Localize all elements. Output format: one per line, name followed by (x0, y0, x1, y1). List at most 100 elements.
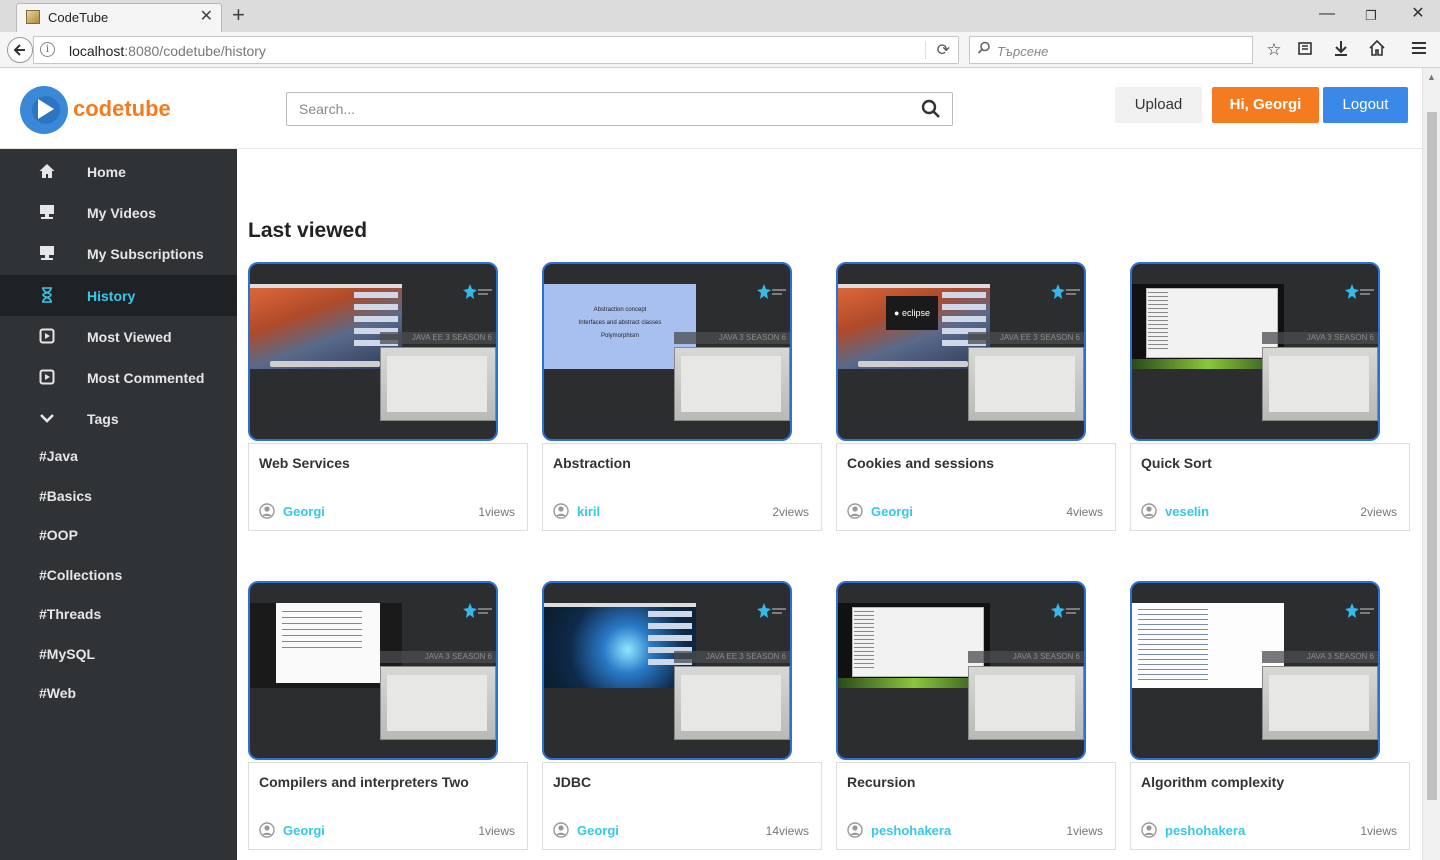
thumbnail-strip: JAVA 3 SEASON 6 (674, 332, 790, 344)
sidebar-tag-mysql[interactable]: #MySQL (39, 646, 95, 662)
sidebar-tag-oop[interactable]: #OOP (39, 527, 78, 543)
video-thumbnail[interactable]: JAVA 3 SEASON 6 (1130, 262, 1380, 441)
video-card[interactable]: JAVA 3 SEASON 6 Quick Sort veselin 2views (1130, 262, 1410, 532)
sidebar-item-label: Tags (87, 411, 119, 428)
video-title[interactable]: Compilers and interpreters Two (259, 774, 469, 790)
home-browser-icon[interactable] (1366, 39, 1388, 61)
video-author[interactable]: veselin (1165, 504, 1209, 519)
sidebar-item-my-subscriptions[interactable]: My Subscriptions (0, 233, 237, 274)
sidebar-item-label: Home (87, 164, 126, 180)
video-title[interactable]: Cookies and sessions (847, 455, 994, 471)
academy-logo-icon (1050, 284, 1082, 300)
video-title[interactable]: Web Services (259, 455, 350, 471)
video-author[interactable]: peshohakera (1165, 823, 1245, 838)
restore-window-button[interactable]: ❐ (1356, 6, 1386, 26)
video-title[interactable]: JDBC (553, 774, 591, 790)
reload-icon[interactable]: ⟳ (937, 40, 950, 60)
video-author[interactable]: kiril (577, 504, 600, 519)
video-card[interactable]: JAVA 3 SEASON 6 Algorithm complexity pesho… (1130, 581, 1410, 851)
scroll-up-icon[interactable]: ▲ (1427, 72, 1436, 82)
video-card[interactable]: JAVA 3 SEASON 6 Recursion peshohakera 1view… (836, 581, 1116, 851)
favicon-icon (26, 10, 40, 24)
video-title[interactable]: Recursion (847, 774, 915, 790)
video-title[interactable]: Abstraction (553, 455, 631, 471)
video-views: 14views (765, 824, 809, 838)
url-text: localhost:8080/codetube/history (69, 43, 266, 59)
thumbnail-whiteboard-image (380, 347, 496, 421)
reading-list-icon[interactable] (1294, 40, 1316, 61)
video-thumbnail[interactable]: JAVA EE 3 SEASON 6 (248, 262, 498, 441)
video-card[interactable]: Abstraction concept Interfaces and abstra… (542, 262, 822, 532)
minimize-window-button[interactable]: — (1312, 4, 1342, 24)
video-author[interactable]: Georgi (283, 504, 325, 519)
video-views: 1views (478, 505, 515, 519)
search-input[interactable]: Search... (286, 92, 953, 126)
logo-text[interactable]: codetube (73, 96, 171, 122)
thumbnail-strip: JAVA 3 SEASON 6 (380, 651, 496, 663)
thumbnail-whiteboard-image (1262, 347, 1378, 421)
video-author[interactable]: Georgi (577, 823, 619, 838)
browser-search-field[interactable]: Търсене (969, 36, 1253, 64)
video-card[interactable]: ● eclipse JAVA EE 3 SEASON 6 Cookies and s… (836, 262, 1116, 532)
sidebar-item-most-commented[interactable]: Most Commented (0, 357, 237, 398)
video-thumbnail[interactable]: JAVA 3 SEASON 6 (836, 581, 1086, 760)
video-card[interactable]: JAVA EE 3 SEASON 6 JDBC Georgi 14views (542, 581, 822, 851)
site-info-icon[interactable]: i (40, 42, 55, 57)
sidebar-tag-basics[interactable]: #Basics (39, 488, 92, 504)
close-tab-icon[interactable]: ✕ (200, 7, 213, 27)
user-icon (847, 822, 863, 838)
video-thumbnail[interactable]: ● eclipse JAVA EE 3 SEASON 6 (836, 262, 1086, 441)
video-views: 1views (1360, 824, 1397, 838)
video-thumbnail[interactable]: JAVA EE 3 SEASON 6 (542, 581, 792, 760)
user-greeting-button[interactable]: Hi, Georgi (1212, 87, 1319, 123)
new-tab-button[interactable]: + (232, 4, 245, 26)
search-icon[interactable] (921, 99, 941, 119)
video-info: Algorithm complexity peshohakera 1views (1130, 762, 1410, 850)
upload-button[interactable]: Upload (1115, 87, 1202, 123)
play-square-icon (39, 369, 55, 385)
video-title[interactable]: Algorithm complexity (1141, 774, 1284, 790)
page-scrollbar[interactable]: ▲ (1422, 68, 1440, 860)
thumbnail-whiteboard-image (674, 666, 790, 740)
video-card[interactable]: JAVA 3 SEASON 6 Compilers and interpreter… (248, 581, 528, 851)
sidebar-item-tags[interactable]: Tags (0, 398, 237, 439)
video-author[interactable]: Georgi (283, 823, 325, 838)
sidebar-tag-java[interactable]: #Java (39, 448, 78, 464)
academy-logo-icon (462, 284, 494, 300)
page-title: Last viewed (248, 219, 368, 242)
academy-logo-icon (462, 603, 494, 619)
thumbnail-whiteboard-image (968, 666, 1084, 740)
address-bar[interactable]: i localhost:8080/codetube/history ⟳ (33, 36, 959, 64)
thumbnail-strip: JAVA EE 3 SEASON 6 (674, 651, 790, 663)
sidebar-item-history[interactable]: History (0, 274, 237, 316)
thumbnail-strip: JAVA EE 3 SEASON 6 (968, 332, 1084, 344)
video-thumbnail[interactable]: JAVA 3 SEASON 6 (1130, 581, 1380, 760)
thumbnail-strip: JAVA 3 SEASON 6 (1262, 651, 1378, 663)
site-header: codetube Search... Upload Hi, Georgi Log… (0, 68, 1422, 149)
thumbnail-strip-text: JAVA EE 3 SEASON 6 (705, 652, 786, 661)
thumbnail-strip-text: JAVA EE 3 SEASON 6 (999, 333, 1080, 342)
video-views: 2views (1360, 505, 1397, 519)
menu-hamburger-icon[interactable] (1408, 40, 1430, 61)
video-thumbnail[interactable]: JAVA 3 SEASON 6 (248, 581, 498, 760)
logout-button[interactable]: Logout (1323, 87, 1408, 123)
video-title[interactable]: Quick Sort (1141, 455, 1212, 471)
video-card[interactable]: JAVA EE 3 SEASON 6 Web Services Georgi 1vie… (248, 262, 528, 532)
video-author[interactable]: Georgi (871, 504, 913, 519)
video-thumbnail[interactable]: Abstraction concept Interfaces and abstra… (542, 262, 792, 441)
sidebar-item-home[interactable]: Home (0, 151, 237, 192)
sidebar-tag-collections[interactable]: #Collections (39, 567, 122, 583)
browser-tab[interactable]: CodeTube ✕ (16, 3, 222, 32)
bookmark-star-icon[interactable]: ☆ (1263, 40, 1285, 60)
sidebar-item-most-viewed[interactable]: Most Viewed (0, 316, 237, 357)
video-info: Compilers and interpreters Two Georgi 1vie… (248, 762, 528, 850)
back-arrow-icon[interactable] (7, 37, 33, 63)
download-icon[interactable] (1330, 40, 1352, 61)
sidebar-item-my-videos[interactable]: My Videos (0, 192, 237, 233)
sidebar-tag-web[interactable]: #Web (39, 685, 76, 701)
scrollbar-thumb[interactable] (1427, 112, 1437, 800)
sidebar-tag-threads[interactable]: #Threads (39, 606, 101, 622)
close-window-button[interactable]: ✕ (1403, 4, 1433, 24)
video-author[interactable]: peshohakera (871, 823, 951, 838)
video-info: Web Services Georgi 1views (248, 443, 528, 531)
